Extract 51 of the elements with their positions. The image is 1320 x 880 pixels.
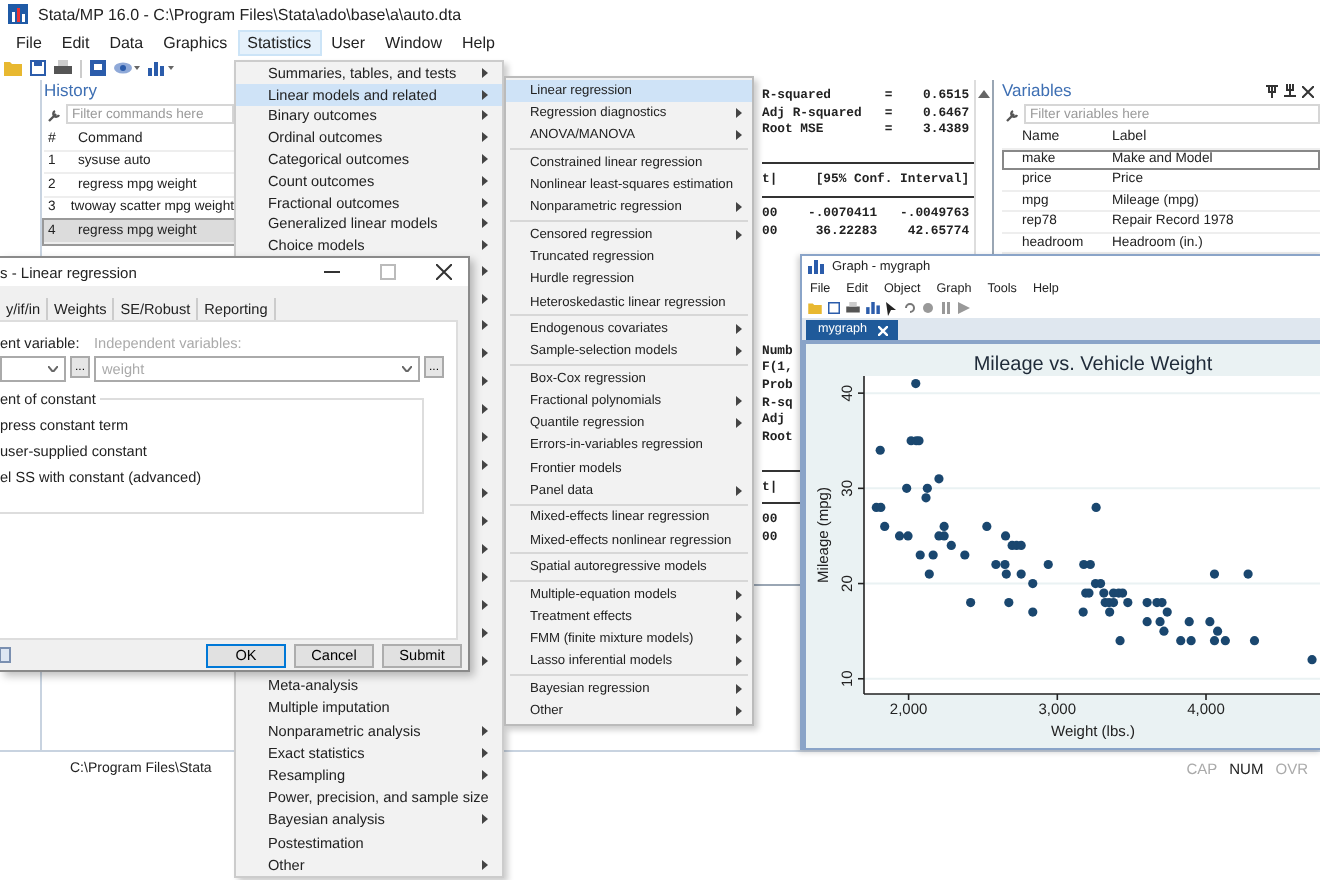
pointer-icon[interactable]: [886, 301, 898, 315]
menu-item[interactable]: User: [321, 29, 376, 55]
wrench-icon: [48, 107, 62, 121]
menu-item[interactable]: File: [6, 29, 52, 55]
print-icon[interactable]: [846, 302, 860, 314]
submenu-arrow-icon: [482, 488, 488, 498]
chevron-down-icon: [48, 366, 58, 372]
bar-chart-icon[interactable]: [148, 60, 174, 76]
submenu-arrow-icon: [482, 293, 488, 304]
play-icon[interactable]: [958, 302, 970, 314]
submenu-arrow-icon: [482, 543, 488, 554]
copy-icon[interactable]: [0, 646, 12, 664]
submenu-arrow-icon: [482, 515, 488, 526]
save-icon[interactable]: [828, 302, 840, 314]
menu-item[interactable]: Data: [99, 29, 154, 55]
submenu-arrow-icon: [482, 599, 488, 610]
submenu-arrow-icon: [482, 655, 488, 666]
panel-title: Variables: [1002, 80, 1074, 102]
scroll-up-icon[interactable]: [978, 90, 990, 98]
save-icon[interactable]: [30, 60, 46, 76]
chevron-down-icon: [402, 366, 412, 372]
close-icon[interactable]: [436, 264, 452, 280]
menu-item[interactable]: Window: [375, 29, 452, 55]
close-icon[interactable]: [1302, 85, 1314, 97]
wrench-icon: [1006, 107, 1020, 121]
menu-item[interactable]: Edit: [51, 29, 100, 55]
submenu-arrow-icon: [482, 571, 488, 582]
menu-item[interactable]: Graphics: [153, 29, 238, 55]
submenu-arrow-icon: [482, 432, 488, 443]
record-icon[interactable]: [922, 302, 934, 314]
pin-icon[interactable]: [1284, 84, 1296, 98]
window-title: Stata/MP 16.0 - C:\Program Files\Stata\ado\base\a\auto.dta: [38, 5, 462, 23]
panel-title: History: [44, 80, 99, 102]
dropdown-field[interactable]: [0, 356, 66, 382]
pin-icon[interactable]: [1266, 84, 1278, 98]
submenu-arrow-icon: [482, 627, 488, 638]
undo-icon[interactable]: [904, 302, 916, 314]
submenu-arrow-icon: [482, 404, 488, 415]
submenu-arrow-icon: [482, 320, 488, 331]
menu-item[interactable]: Help: [451, 29, 505, 55]
submenu-arrow-icon: [482, 460, 488, 471]
bar-chart-icon[interactable]: [866, 302, 880, 314]
menu-item[interactable]: Statistics: [237, 29, 322, 55]
print-icon[interactable]: [54, 60, 72, 76]
pause-icon[interactable]: [940, 302, 952, 314]
submenu-arrow-icon: [482, 265, 488, 276]
bar-chart-icon: [808, 260, 824, 274]
eye-icon[interactable]: [114, 60, 140, 76]
submenu-arrow-icon: [482, 348, 488, 359]
chart-title: Mileage vs. Vehicle Weight: [973, 354, 1213, 376]
submenu-arrow-icon: [482, 376, 488, 387]
